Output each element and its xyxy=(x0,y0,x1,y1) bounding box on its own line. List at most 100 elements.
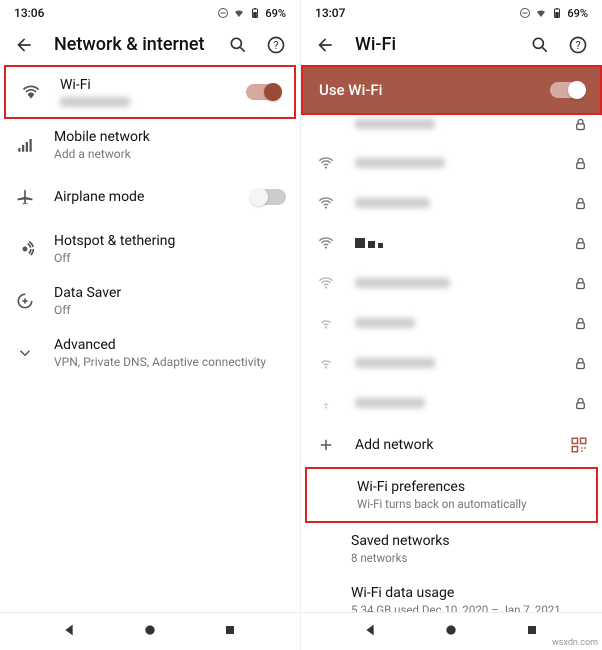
wifi-icon xyxy=(317,154,335,172)
lock-icon xyxy=(573,156,588,171)
network-name-blurred xyxy=(355,398,425,408)
back-button[interactable] xyxy=(315,35,335,55)
network-name-blurred xyxy=(355,119,435,129)
hotspot-icon xyxy=(15,239,35,259)
status-bar: 13:07 69% xyxy=(301,0,602,24)
wifi-row[interactable]: Wi-Fi xyxy=(4,65,296,119)
wifi-icon xyxy=(317,354,335,372)
airplane-title: Airplane mode xyxy=(54,189,234,205)
wifi-status-icon xyxy=(535,7,547,19)
search-button[interactable] xyxy=(530,35,550,55)
wifi-prefs-title: Wi-Fi preferences xyxy=(357,479,582,495)
page-title: Network & internet xyxy=(54,34,208,55)
left-screen: 13:06 69% Network & internet ? xyxy=(0,0,301,650)
back-button[interactable] xyxy=(14,35,34,55)
battery-percent: 69% xyxy=(567,7,588,20)
lock-icon xyxy=(573,236,588,251)
network-row[interactable] xyxy=(301,115,602,143)
status-bar: 13:06 69% xyxy=(0,0,300,24)
airplane-row[interactable]: Airplane mode xyxy=(0,171,300,223)
search-button[interactable] xyxy=(228,35,248,55)
watermark: wsxdn.com xyxy=(552,638,598,648)
lock-icon xyxy=(573,356,588,371)
datasaver-row[interactable]: Data Saver Off xyxy=(0,275,300,327)
datasaver-icon xyxy=(15,291,35,311)
network-row[interactable] xyxy=(301,303,602,343)
battery-icon xyxy=(249,7,261,19)
wifi-icon xyxy=(317,194,335,212)
network-name-blurred xyxy=(355,358,435,368)
lock-icon xyxy=(573,396,588,411)
datasaver-title: Data Saver xyxy=(54,285,286,301)
wifi-icon xyxy=(21,82,41,102)
wifi-data-usage-row[interactable]: Wi-Fi data usage 5.34 GB used Dec 10, 20… xyxy=(301,575,602,612)
arrow-back-icon xyxy=(14,35,34,55)
nav-recent[interactable] xyxy=(222,622,238,642)
status-time: 13:07 xyxy=(315,6,345,20)
status-icons: 69% xyxy=(519,7,588,20)
app-bar: Network & internet ? xyxy=(0,24,300,65)
hotspot-title: Hotspot & tethering xyxy=(54,233,286,249)
advanced-sub: VPN, Private DNS, Adaptive connectivity xyxy=(54,355,286,369)
status-icons: 69% xyxy=(217,7,286,20)
wifi-icon xyxy=(317,314,335,332)
wifi-preferences-row[interactable]: Wi-Fi preferences Wi-Fi turns back on au… xyxy=(305,467,598,523)
wifi-icon xyxy=(317,274,335,292)
svg-text:?: ? xyxy=(575,39,580,52)
help-icon: ? xyxy=(568,35,588,55)
hotspot-row[interactable]: Hotspot & tethering Off xyxy=(0,223,300,275)
network-row[interactable] xyxy=(301,143,602,183)
network-name-blurred xyxy=(355,278,450,288)
plus-icon xyxy=(317,436,335,454)
add-network-row[interactable]: Add network xyxy=(301,423,602,467)
mobile-title: Mobile network xyxy=(54,129,286,145)
lock-icon xyxy=(573,316,588,331)
network-row[interactable] xyxy=(301,263,602,303)
use-wifi-label: Use Wi-Fi xyxy=(319,81,542,99)
nav-back[interactable] xyxy=(62,622,78,642)
nav-home[interactable] xyxy=(443,622,459,642)
mobile-network-row[interactable]: Mobile network Add a network xyxy=(0,119,300,171)
qr-scan-button[interactable] xyxy=(570,436,588,454)
advanced-title: Advanced xyxy=(54,337,286,353)
network-name-blurred xyxy=(355,198,430,208)
nav-home[interactable] xyxy=(142,622,158,642)
wifi-icon xyxy=(317,394,335,412)
wifi-ssid-blurred xyxy=(60,97,130,107)
svg-text:?: ? xyxy=(273,39,278,52)
dnd-icon xyxy=(217,7,229,19)
help-button[interactable]: ? xyxy=(266,35,286,55)
network-row[interactable] xyxy=(301,183,602,223)
nav-bar xyxy=(0,612,300,650)
wifi-title: Wi-Fi xyxy=(60,77,228,93)
qr-icon xyxy=(570,436,588,454)
app-bar: Wi-Fi ? xyxy=(301,24,602,65)
right-screen: 13:07 69% Wi-Fi ? Use W xyxy=(301,0,602,650)
airplane-toggle[interactable] xyxy=(252,189,286,205)
nav-recent[interactable] xyxy=(524,622,540,642)
use-wifi-toggle[interactable] xyxy=(550,82,584,98)
use-wifi-band[interactable]: Use Wi-Fi xyxy=(301,65,602,115)
nav-back[interactable] xyxy=(363,622,379,642)
saved-sub: 8 networks xyxy=(351,551,588,565)
advanced-row[interactable]: Advanced VPN, Private DNS, Adaptive conn… xyxy=(0,327,300,379)
network-row[interactable] xyxy=(301,223,602,263)
search-icon xyxy=(228,35,248,55)
wifi-prefs-sub: Wi-Fi turns back on automatically xyxy=(357,497,582,511)
network-row[interactable] xyxy=(301,343,602,383)
arrow-back-icon xyxy=(315,35,335,55)
lock-icon xyxy=(573,196,588,211)
network-name-blurred xyxy=(355,158,445,168)
battery-icon xyxy=(551,7,563,19)
lock-icon xyxy=(573,117,588,132)
wifi-toggle[interactable] xyxy=(246,84,280,100)
add-network-label: Add network xyxy=(355,437,552,453)
status-time: 13:06 xyxy=(14,6,44,20)
saved-networks-row[interactable]: Saved networks 8 networks xyxy=(301,523,602,575)
help-button[interactable]: ? xyxy=(568,35,588,55)
dnd-icon xyxy=(519,7,531,19)
network-row[interactable] xyxy=(301,383,602,423)
mobile-sub: Add a network xyxy=(54,147,286,161)
network-name-blurred xyxy=(355,318,415,328)
saved-title: Saved networks xyxy=(351,533,588,549)
